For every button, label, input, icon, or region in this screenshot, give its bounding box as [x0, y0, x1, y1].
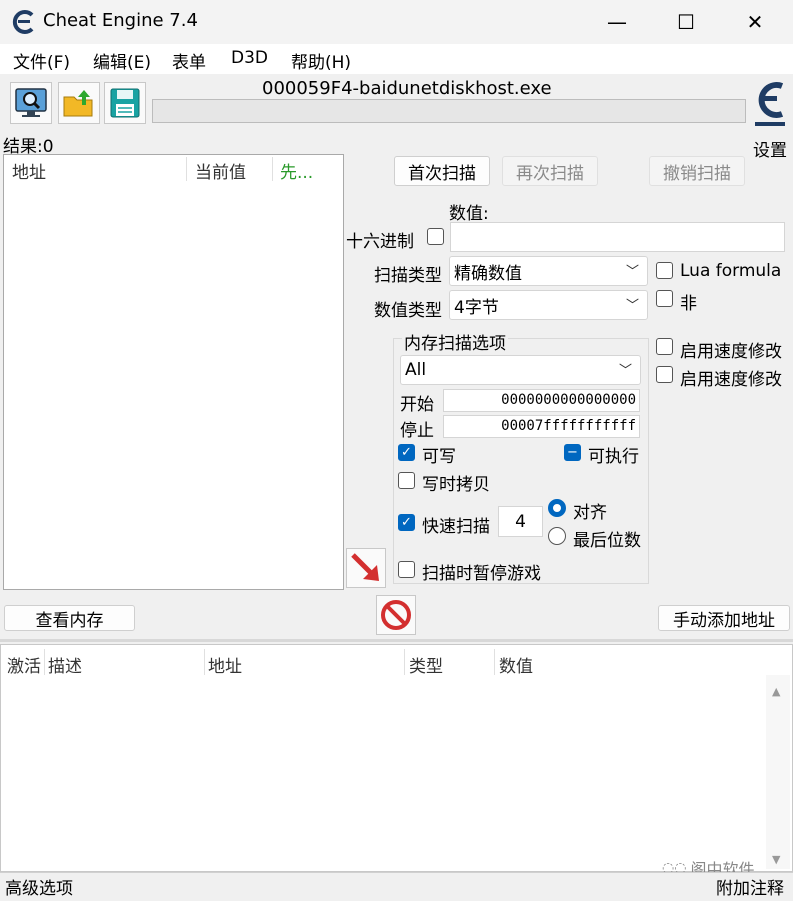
prohibit-icon	[381, 600, 411, 630]
align-label: 对齐	[573, 503, 607, 523]
menu-file[interactable]: 文件(F)	[13, 48, 70, 73]
value-type-label: 数值类型	[374, 301, 442, 321]
cheat-table[interactable]: 激活 描述 地址 类型 数值 ▲ ▼	[0, 644, 793, 872]
stop-label: 停止	[400, 421, 434, 441]
scan-type-label: 扫描类型	[374, 266, 442, 286]
memory-scan-options-title: 内存扫描选项	[402, 329, 508, 354]
pause-game-label: 扫描时暂停游戏	[422, 564, 541, 584]
scroll-down-icon[interactable]: ▼	[772, 853, 780, 866]
last-digits-radio[interactable]	[548, 527, 566, 545]
speedhack-label-1: 启用速度修改	[680, 342, 782, 362]
monitor-search-icon	[15, 88, 47, 117]
column-value[interactable]: 数值	[499, 652, 533, 677]
hex-label: 十六进制	[346, 232, 414, 252]
splitter[interactable]	[0, 639, 793, 642]
fast-scan-checkbox[interactable]: ✓	[398, 514, 415, 531]
lua-formula-checkbox[interactable]	[656, 262, 673, 279]
copy-on-write-label: 写时拷贝	[422, 475, 490, 495]
menu-table[interactable]: 表单	[172, 48, 206, 73]
value-label: 数值:	[449, 204, 489, 224]
not-checkbox[interactable]	[656, 290, 673, 307]
speedhack-label-2: 启用速度修改	[680, 370, 782, 390]
view-memory-button[interactable]: 查看内存	[4, 605, 135, 631]
menu-d3d[interactable]: D3D	[231, 48, 268, 68]
memory-region-value: All	[405, 360, 427, 380]
select-process-button[interactable]	[10, 82, 52, 124]
ce-logo-icon[interactable]	[749, 74, 791, 132]
scan-type-select[interactable]: 精确数值 ﹀	[449, 256, 648, 286]
fast-scan-label: 快速扫描	[422, 517, 490, 537]
scan-type-value: 精确数值	[454, 263, 522, 284]
executable-checkbox[interactable]: −	[564, 444, 581, 461]
lua-formula-label: Lua formula	[680, 261, 782, 281]
copy-on-write-checkbox[interactable]	[398, 472, 415, 489]
results-list[interactable]: 地址 当前值 先...	[3, 154, 344, 590]
menu-help[interactable]: 帮助(H)	[291, 48, 351, 73]
column-current-value[interactable]: 当前值	[195, 158, 246, 183]
start-label: 开始	[400, 395, 434, 415]
open-folder-icon	[63, 90, 93, 117]
vertical-scrollbar[interactable]: ▲ ▼	[766, 675, 790, 869]
value-type-select[interactable]: 4字节 ﹀	[449, 290, 648, 320]
fast-scan-alignment-input[interactable]: 4	[498, 506, 543, 537]
speedhack-checkbox-1[interactable]	[656, 338, 673, 355]
next-scan-button[interactable]: 再次扫描	[502, 156, 598, 186]
chevron-down-icon: ﹀	[618, 363, 632, 379]
menu-edit[interactable]: 编辑(E)	[93, 48, 151, 73]
app-logo-icon	[12, 9, 38, 40]
executable-label: 可执行	[588, 447, 639, 467]
column-address[interactable]: 地址	[12, 158, 46, 183]
save-button[interactable]	[104, 82, 146, 124]
close-button[interactable]: ✕	[720, 0, 790, 44]
column-type[interactable]: 类型	[409, 652, 443, 677]
speedhack-checkbox-2[interactable]	[656, 366, 673, 383]
stop-scan-button[interactable]	[376, 595, 416, 635]
minimize-button[interactable]: —	[582, 0, 652, 44]
value-input[interactable]	[450, 222, 785, 252]
start-address-input[interactable]: 0000000000000000	[443, 389, 640, 412]
not-label: 非	[680, 294, 697, 314]
writable-label: 可写	[422, 447, 456, 467]
value-type-value: 4字节	[454, 297, 499, 318]
column-description[interactable]: 描述	[48, 652, 82, 677]
last-digits-label: 最后位数	[573, 531, 641, 551]
chevron-down-icon: ﹀	[625, 298, 639, 314]
open-file-button[interactable]	[58, 82, 100, 124]
window-title: Cheat Engine 7.4	[43, 10, 198, 31]
hex-checkbox[interactable]	[427, 228, 444, 245]
chevron-down-icon: ﹀	[625, 264, 639, 280]
column-active[interactable]: 激活	[7, 652, 41, 677]
memory-region-select[interactable]: All ﹀	[400, 355, 641, 385]
add-address-manually-button[interactable]: 手动添加地址	[658, 605, 790, 631]
progress-bar	[152, 99, 746, 123]
red-arrow-icon	[351, 553, 379, 581]
advanced-options-label[interactable]: 高级选项	[5, 874, 73, 899]
add-to-list-button[interactable]	[346, 548, 386, 588]
undo-scan-button[interactable]: 撤销扫描	[649, 156, 745, 186]
process-name: 000059F4-baidunetdiskhost.exe	[262, 78, 552, 99]
align-radio[interactable]	[548, 499, 566, 517]
floppy-disk-icon	[110, 88, 140, 118]
table-comments-label[interactable]: 附加注释	[716, 874, 784, 899]
status-bar	[0, 872, 793, 901]
pause-game-checkbox[interactable]	[398, 561, 415, 578]
column-address[interactable]: 地址	[208, 652, 242, 677]
maximize-button[interactable]: ☐	[651, 0, 721, 44]
writable-checkbox[interactable]: ✓	[398, 444, 415, 461]
first-scan-button[interactable]: 首次扫描	[394, 156, 490, 186]
stop-address-input[interactable]: 00007fffffffffff	[443, 415, 640, 438]
column-previous-value[interactable]: 先...	[280, 158, 313, 183]
scroll-up-icon[interactable]: ▲	[772, 685, 780, 698]
settings-label[interactable]: 设置	[753, 136, 787, 161]
